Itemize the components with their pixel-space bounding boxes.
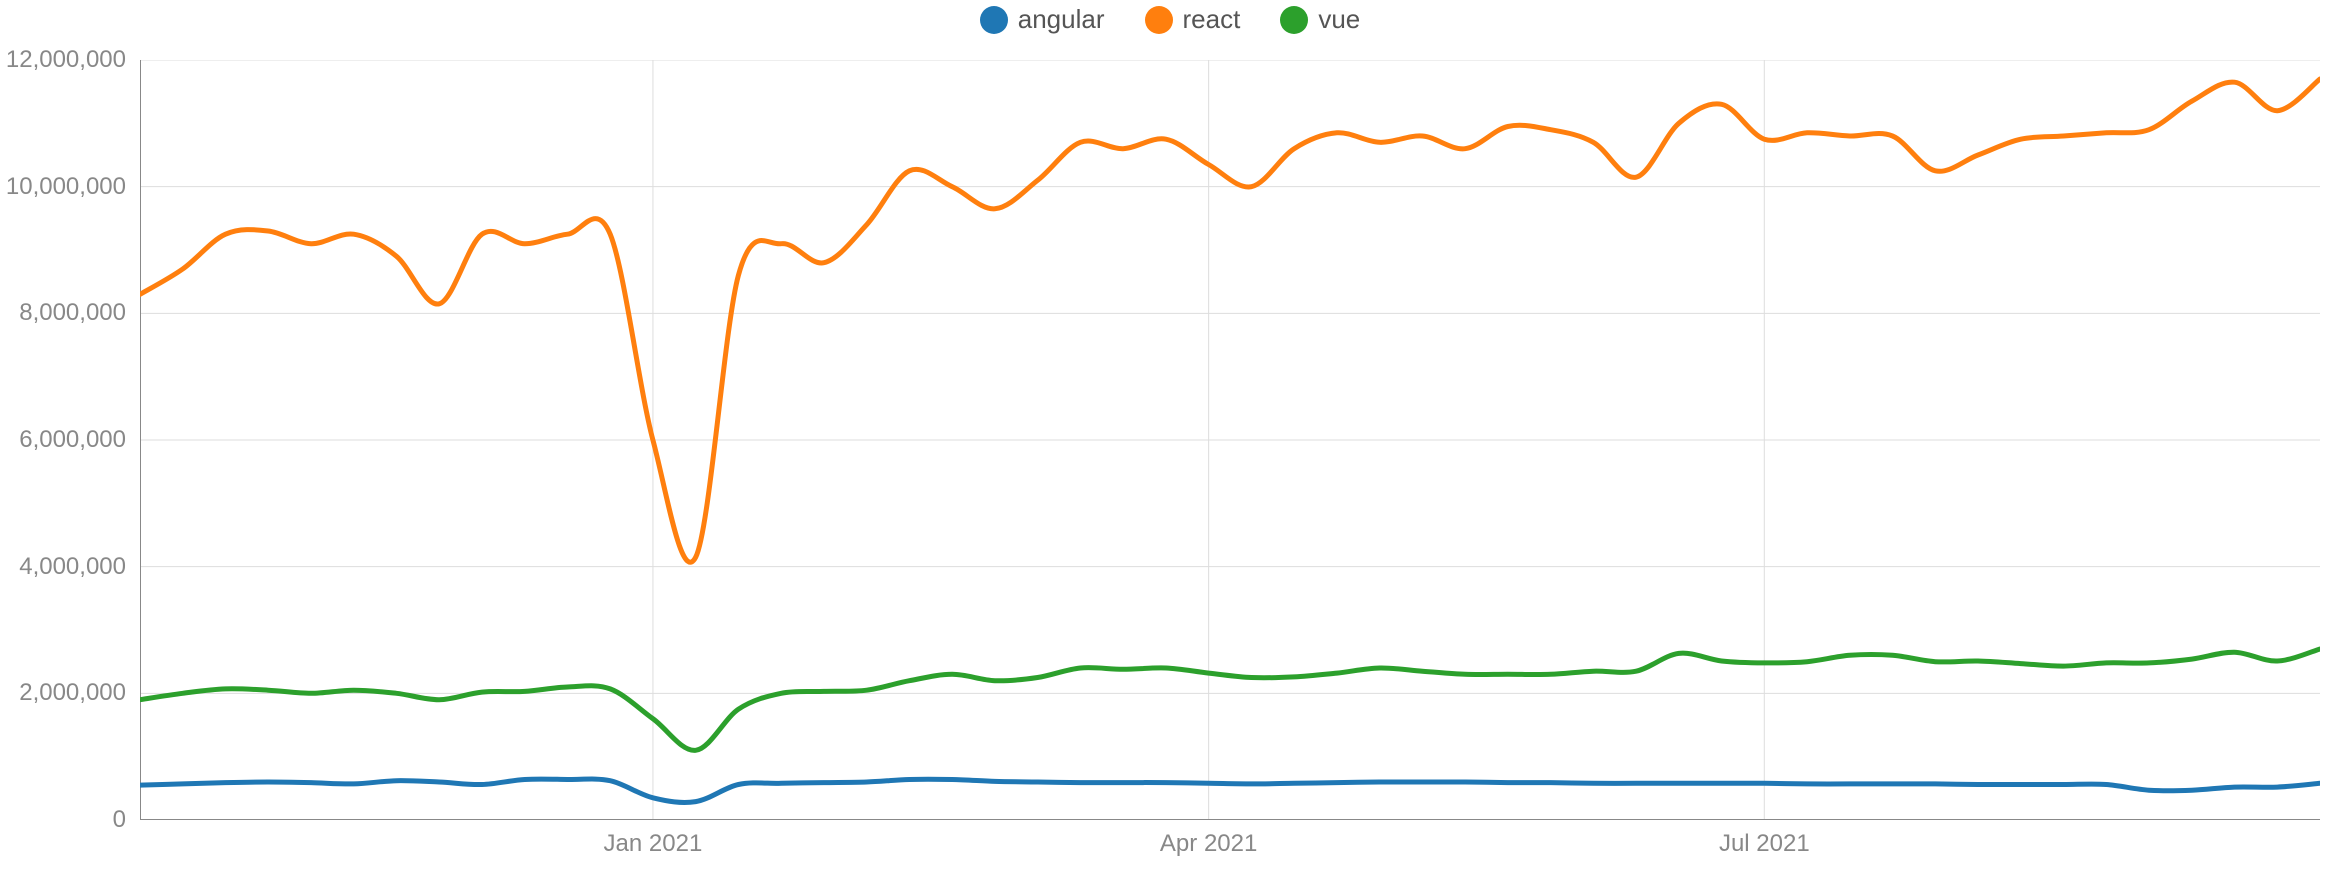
plot-area — [140, 60, 2320, 820]
series-vue[interactable] — [140, 649, 2320, 750]
x-tick-label: Apr 2021 — [1160, 830, 1257, 858]
y-tick-label: 4,000,000 — [19, 553, 126, 581]
legend: angular react vue — [0, 4, 2340, 35]
legend-label-vue: vue — [1318, 4, 1360, 35]
y-tick-label: 8,000,000 — [19, 299, 126, 327]
series-angular[interactable] — [140, 779, 2320, 802]
chart-container: angular react vue 0 2,000,000 4,000,000 6,0… — [0, 0, 2340, 882]
y-axis-ticks: 02,000,0004,000,0006,000,0008,000,00010,… — [0, 60, 140, 820]
swatch-angular — [980, 6, 1008, 34]
legend-item-react[interactable]: react — [1145, 4, 1241, 35]
y-tick-label: 12,000,000 — [6, 46, 126, 74]
series-react[interactable] — [140, 79, 2320, 562]
y-tick-label: 2,000,000 — [19, 679, 126, 707]
swatch-react — [1145, 6, 1173, 34]
x-tick-label: Jan 2021 — [604, 830, 703, 858]
y-tick-label: 10,000,000 — [6, 173, 126, 201]
y-tick-label: 0 — [113, 806, 126, 834]
x-tick-label: Jul 2021 — [1719, 830, 1810, 858]
x-axis-ticks: Jan 2021 Apr 2021 Jul 2021 — [140, 830, 2320, 870]
y-tick-label: 6,000,000 — [19, 426, 126, 454]
legend-label-react: react — [1183, 4, 1241, 35]
legend-label-angular: angular — [1018, 4, 1105, 35]
legend-item-vue[interactable]: vue — [1280, 4, 1360, 35]
swatch-vue — [1280, 6, 1308, 34]
legend-item-angular[interactable]: angular — [980, 4, 1105, 35]
